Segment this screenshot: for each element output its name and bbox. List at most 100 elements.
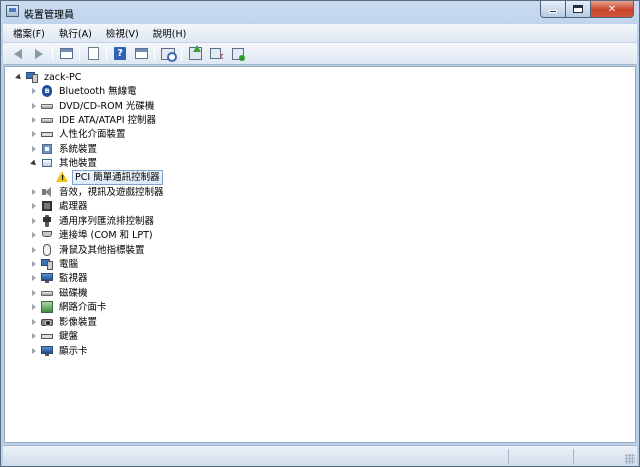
expander-collapsed-icon[interactable] — [30, 231, 38, 239]
sound-icon — [41, 186, 53, 198]
tree-item-label: 影像裝置 — [59, 316, 98, 328]
resize-grip-icon[interactable] — [625, 454, 635, 464]
tree-item-label: 音效，視訊及遊戲控制器 — [59, 186, 164, 198]
monitor-icon — [41, 272, 53, 284]
tree-item-mice[interactable]: 滑鼠及其他指標裝置 — [30, 243, 147, 257]
tree-item-system-devices[interactable]: 系統裝置 — [30, 142, 99, 156]
window-title: 裝置管理員 — [24, 10, 74, 21]
tree-item-ports[interactable]: 連接埠 (COM 和 LPT) — [30, 228, 155, 242]
help-icon: ? — [114, 47, 126, 60]
scan-hardware-icon — [161, 47, 177, 62]
update-driver-icon — [188, 45, 202, 60]
expander-collapsed-icon[interactable] — [30, 116, 38, 124]
usb-icon — [41, 215, 53, 227]
mouse-icon — [41, 244, 53, 256]
ide-controller-icon — [41, 114, 53, 126]
toolbar-separator — [52, 46, 53, 61]
tree-item-label: 人性化介面裝置 — [59, 128, 126, 140]
menu-action[interactable]: 執行(A) — [53, 24, 98, 42]
toolbar-separator — [106, 46, 107, 61]
status-segment — [508, 449, 509, 464]
forward-button[interactable] — [30, 46, 48, 62]
tree-item-keyboards[interactable]: 鍵盤 — [30, 329, 80, 343]
device-tree-panel[interactable]: zack-PC ʙ Bluetooth 無線電 DVD/CD-ROM 光碟機 I… — [4, 66, 636, 443]
expander-collapsed-icon[interactable] — [30, 87, 38, 95]
tree-item-processors[interactable]: 處理器 — [30, 199, 90, 213]
scan-hardware-button[interactable] — [159, 46, 177, 62]
network-adapter-icon — [41, 301, 53, 313]
action-pane-icon — [134, 48, 148, 59]
disk-drive-icon — [41, 287, 53, 299]
expander-collapsed-icon[interactable] — [30, 332, 38, 340]
enable-device-button[interactable] — [228, 46, 246, 62]
tree-item-label: DVD/CD-ROM 光碟機 — [59, 100, 155, 112]
toolbar-separator — [181, 46, 182, 61]
tree-item-bluetooth[interactable]: ʙ Bluetooth 無線電 — [30, 84, 139, 98]
tree-item-monitors[interactable]: 監視器 — [30, 271, 90, 285]
properties-button[interactable] — [84, 46, 102, 62]
tree-item-computer[interactable]: 電腦 — [30, 257, 80, 271]
expander-expanded-icon[interactable] — [15, 73, 23, 81]
expander-collapsed-icon[interactable] — [30, 303, 38, 311]
expander-collapsed-icon[interactable] — [30, 217, 38, 225]
menu-file[interactable]: 檔案(F) — [7, 24, 51, 42]
tree-item-label: 系統裝置 — [59, 143, 98, 155]
menu-view[interactable]: 檢視(V) — [100, 24, 145, 42]
back-button[interactable] — [9, 46, 27, 62]
update-driver-button[interactable] — [186, 45, 204, 62]
tree-item-label: PCI 簡單通訊控制器 — [72, 169, 163, 185]
tree-item-network-adapters[interactable]: 網路介面卡 — [30, 300, 109, 314]
uninstall-button[interactable] — [207, 46, 225, 63]
tree-item-label: IDE ATA/ATAPI 控制器 — [59, 114, 157, 126]
expander-collapsed-icon[interactable] — [30, 274, 38, 282]
tree-item-label: Bluetooth 無線電 — [59, 85, 137, 97]
tree-item-label: 其他裝置 — [59, 157, 98, 169]
bluetooth-icon: ʙ — [41, 85, 53, 97]
device-manager-app-icon[interactable] — [6, 5, 19, 17]
status-segment — [573, 449, 574, 464]
tree-item-dvd-drive[interactable]: DVD/CD-ROM 光碟機 — [30, 99, 156, 113]
menu-help[interactable]: 說明(H) — [147, 24, 193, 42]
expander-collapsed-icon[interactable] — [30, 145, 38, 153]
help-button[interactable]: ? — [111, 46, 129, 62]
tree-item-disk-drives[interactable]: 磁碟機 — [30, 286, 90, 300]
expander-collapsed-icon[interactable] — [30, 318, 38, 326]
expander-expanded-icon[interactable] — [30, 159, 38, 167]
tree-item-pci-controller[interactable]: ! PCI 簡單通訊控制器 — [56, 169, 163, 185]
show-hide-console-tree-button[interactable] — [57, 46, 75, 62]
imaging-device-icon — [41, 316, 53, 328]
tree-item-label: 連接埠 (COM 和 LPT) — [59, 229, 153, 241]
tree-item-ide-controller[interactable]: IDE ATA/ATAPI 控制器 — [30, 113, 158, 127]
tree-item-imaging-devices[interactable]: 影像裝置 — [30, 315, 99, 329]
expander-collapsed-icon[interactable] — [30, 260, 38, 268]
tree-item-label: 滑鼠及其他指標裝置 — [59, 244, 145, 256]
toolbar-separator — [79, 46, 80, 61]
maximize-button[interactable] — [566, 1, 591, 18]
expander-collapsed-icon[interactable] — [30, 188, 38, 196]
status-bar — [3, 445, 637, 466]
display-adapter-icon — [41, 345, 53, 357]
tree-item-other-devices[interactable]: 其他裝置 — [30, 156, 99, 170]
title-bar[interactable]: 裝置管理員 ✕ — [1, 1, 639, 23]
expander-collapsed-icon[interactable] — [30, 130, 38, 138]
expander-collapsed-icon[interactable] — [30, 202, 38, 210]
tree-root[interactable]: zack-PC — [15, 70, 83, 84]
tree-item-sound[interactable]: 音效，視訊及遊戲控制器 — [30, 185, 166, 199]
expander-collapsed-icon[interactable] — [30, 102, 38, 110]
tree-item-label: 網路介面卡 — [59, 301, 107, 313]
tree-item-label: 通用序列匯流排控制器 — [59, 215, 155, 227]
minimize-button[interactable] — [540, 1, 566, 18]
close-button[interactable]: ✕ — [591, 1, 634, 18]
expander-collapsed-icon[interactable] — [30, 246, 38, 254]
show-action-pane-button[interactable] — [132, 46, 150, 62]
tree-item-label: 電腦 — [59, 258, 79, 270]
tree-item-usb[interactable]: 通用序列匯流排控制器 — [30, 214, 156, 228]
device-manager-window: 裝置管理員 ✕ 檔案(F) 執行(A) 檢視(V) 說明(H) ? ✕ zack… — [0, 0, 640, 467]
other-devices-icon — [41, 157, 53, 169]
tree-item-display-adapters[interactable]: 顯示卡 — [30, 344, 90, 358]
expander-collapsed-icon[interactable] — [30, 289, 38, 297]
expander-collapsed-icon[interactable] — [30, 347, 38, 355]
properties-icon — [87, 47, 99, 60]
system-device-icon — [41, 143, 53, 155]
tree-item-hid[interactable]: 人性化介面裝置 — [30, 127, 128, 141]
